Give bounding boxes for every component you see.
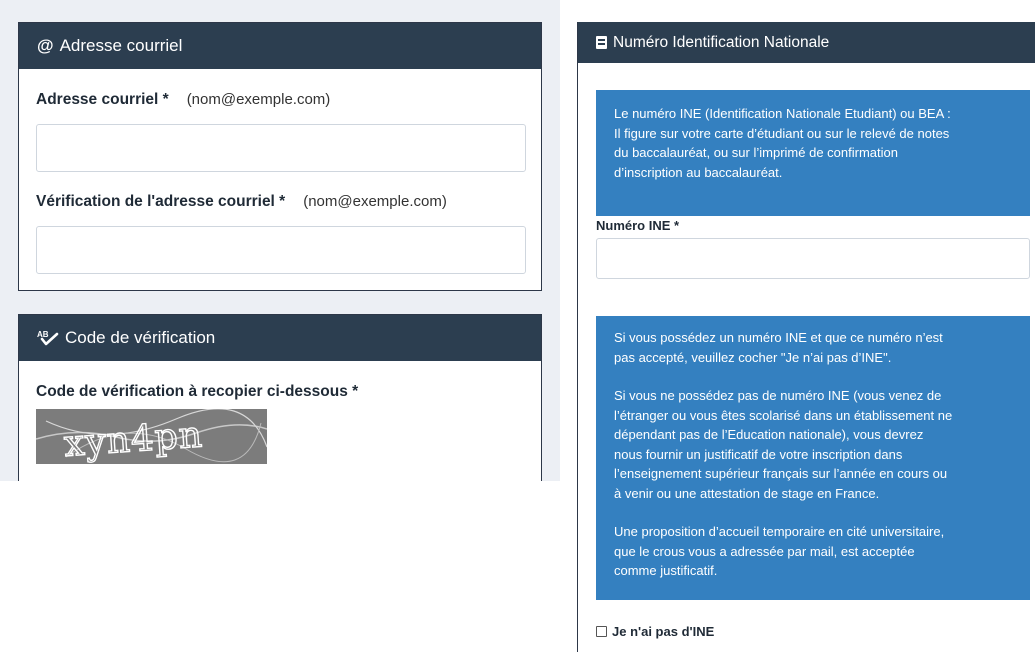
ine-card: Numéro Identification Nationale Le numér… xyxy=(577,22,1035,652)
email-card-title: Adresse courriel xyxy=(59,36,183,55)
svg-text:AB: AB xyxy=(37,330,49,339)
help-paragraph-2: Si vous ne possédez pas de numéro INE (v… xyxy=(614,386,1012,503)
ine-help-box: Si vous possédez un numéro INE et que ce… xyxy=(596,316,1030,600)
help-line: Si vous possédez un numéro INE et que ce… xyxy=(614,330,943,345)
help-line: dépendant pas de l’Education nationale),… xyxy=(614,427,924,442)
help-line: à venir ou une attestation de stage en F… xyxy=(614,485,880,501)
captcha-label: Code de vérification à recopier ci-desso… xyxy=(36,383,359,400)
ine-info-box: Le numéro INE (Identification Nationale … xyxy=(596,90,1030,216)
captcha-text: xyn4pn xyxy=(63,414,204,464)
captcha-image: xyn4pn xyxy=(36,409,267,464)
ine-info-line: d’inscription au baccalauréat. xyxy=(614,164,783,180)
email-label: Adresse courriel * xyxy=(36,91,169,108)
confirm-email-field[interactable] xyxy=(36,226,526,274)
email-label-row: Adresse courriel * (nom@exemple.com) xyxy=(36,91,524,109)
confirm-email-label-row: Vérification de l'adresse courriel * (no… xyxy=(36,193,524,211)
at-icon: @ xyxy=(37,36,54,55)
id-card-icon xyxy=(596,36,607,49)
ab-check-icon: AB xyxy=(37,329,59,347)
no-ine-label: Je n'ai pas d'INE xyxy=(612,624,715,639)
help-line: l’étranger ou vous êtes scolarisé dans u… xyxy=(614,407,953,423)
confirm-email-hint: (nom@exemple.com) xyxy=(303,193,447,210)
no-ine-option[interactable]: Je n'ai pas d'INE xyxy=(596,624,714,639)
email-card-header: @ Adresse courriel xyxy=(19,23,541,69)
confirm-email-label: Vérification de l'adresse courriel * xyxy=(36,193,286,210)
left-pane: @ Adresse courriel Adresse courriel * (n… xyxy=(0,0,560,481)
captcha-card-title: Code de vérification xyxy=(65,328,216,347)
email-field[interactable] xyxy=(36,124,526,172)
ine-label: Numéro INE * xyxy=(596,218,680,233)
help-line: que le crous vous a adressée par mail, e… xyxy=(614,543,915,559)
email-hint: (nom@exemple.com) xyxy=(186,91,331,108)
no-ine-checkbox[interactable] xyxy=(596,626,607,637)
ine-info-line: Il figure sur votre carte d’étudiant ou … xyxy=(614,125,950,141)
ine-card-header: Numéro Identification Nationale xyxy=(578,22,1035,63)
ine-info-line: Le numéro INE (Identification Nationale … xyxy=(614,106,951,121)
ine-info-line: du baccalauréat, ou sur l’imprimé de con… xyxy=(614,145,898,160)
help-line: comme justificatif. xyxy=(614,563,718,578)
email-card: @ Adresse courriel Adresse courriel * (n… xyxy=(18,22,542,291)
help-line: nous fournir un justificatif de votre in… xyxy=(614,446,903,462)
help-paragraph-3: Une proposition d’accueil temporaire en … xyxy=(614,522,1012,581)
help-line: l’enseignement supérieur français sur l’… xyxy=(614,466,948,481)
help-line: Une proposition d’accueil temporaire en … xyxy=(614,524,945,539)
help-line: Si vous ne possédez pas de numéro INE (v… xyxy=(614,388,942,403)
captcha-card: AB Code de vérification Code de vérifica… xyxy=(18,314,542,481)
captcha-card-header: AB Code de vérification xyxy=(19,315,541,361)
help-line: pas accepté, veuillez cocher "Je n’ai pa… xyxy=(614,349,892,365)
ine-field[interactable] xyxy=(596,238,1030,279)
ine-card-title: Numéro Identification Nationale xyxy=(613,33,830,51)
help-paragraph-1: Si vous possédez un numéro INE et que ce… xyxy=(614,328,1012,367)
